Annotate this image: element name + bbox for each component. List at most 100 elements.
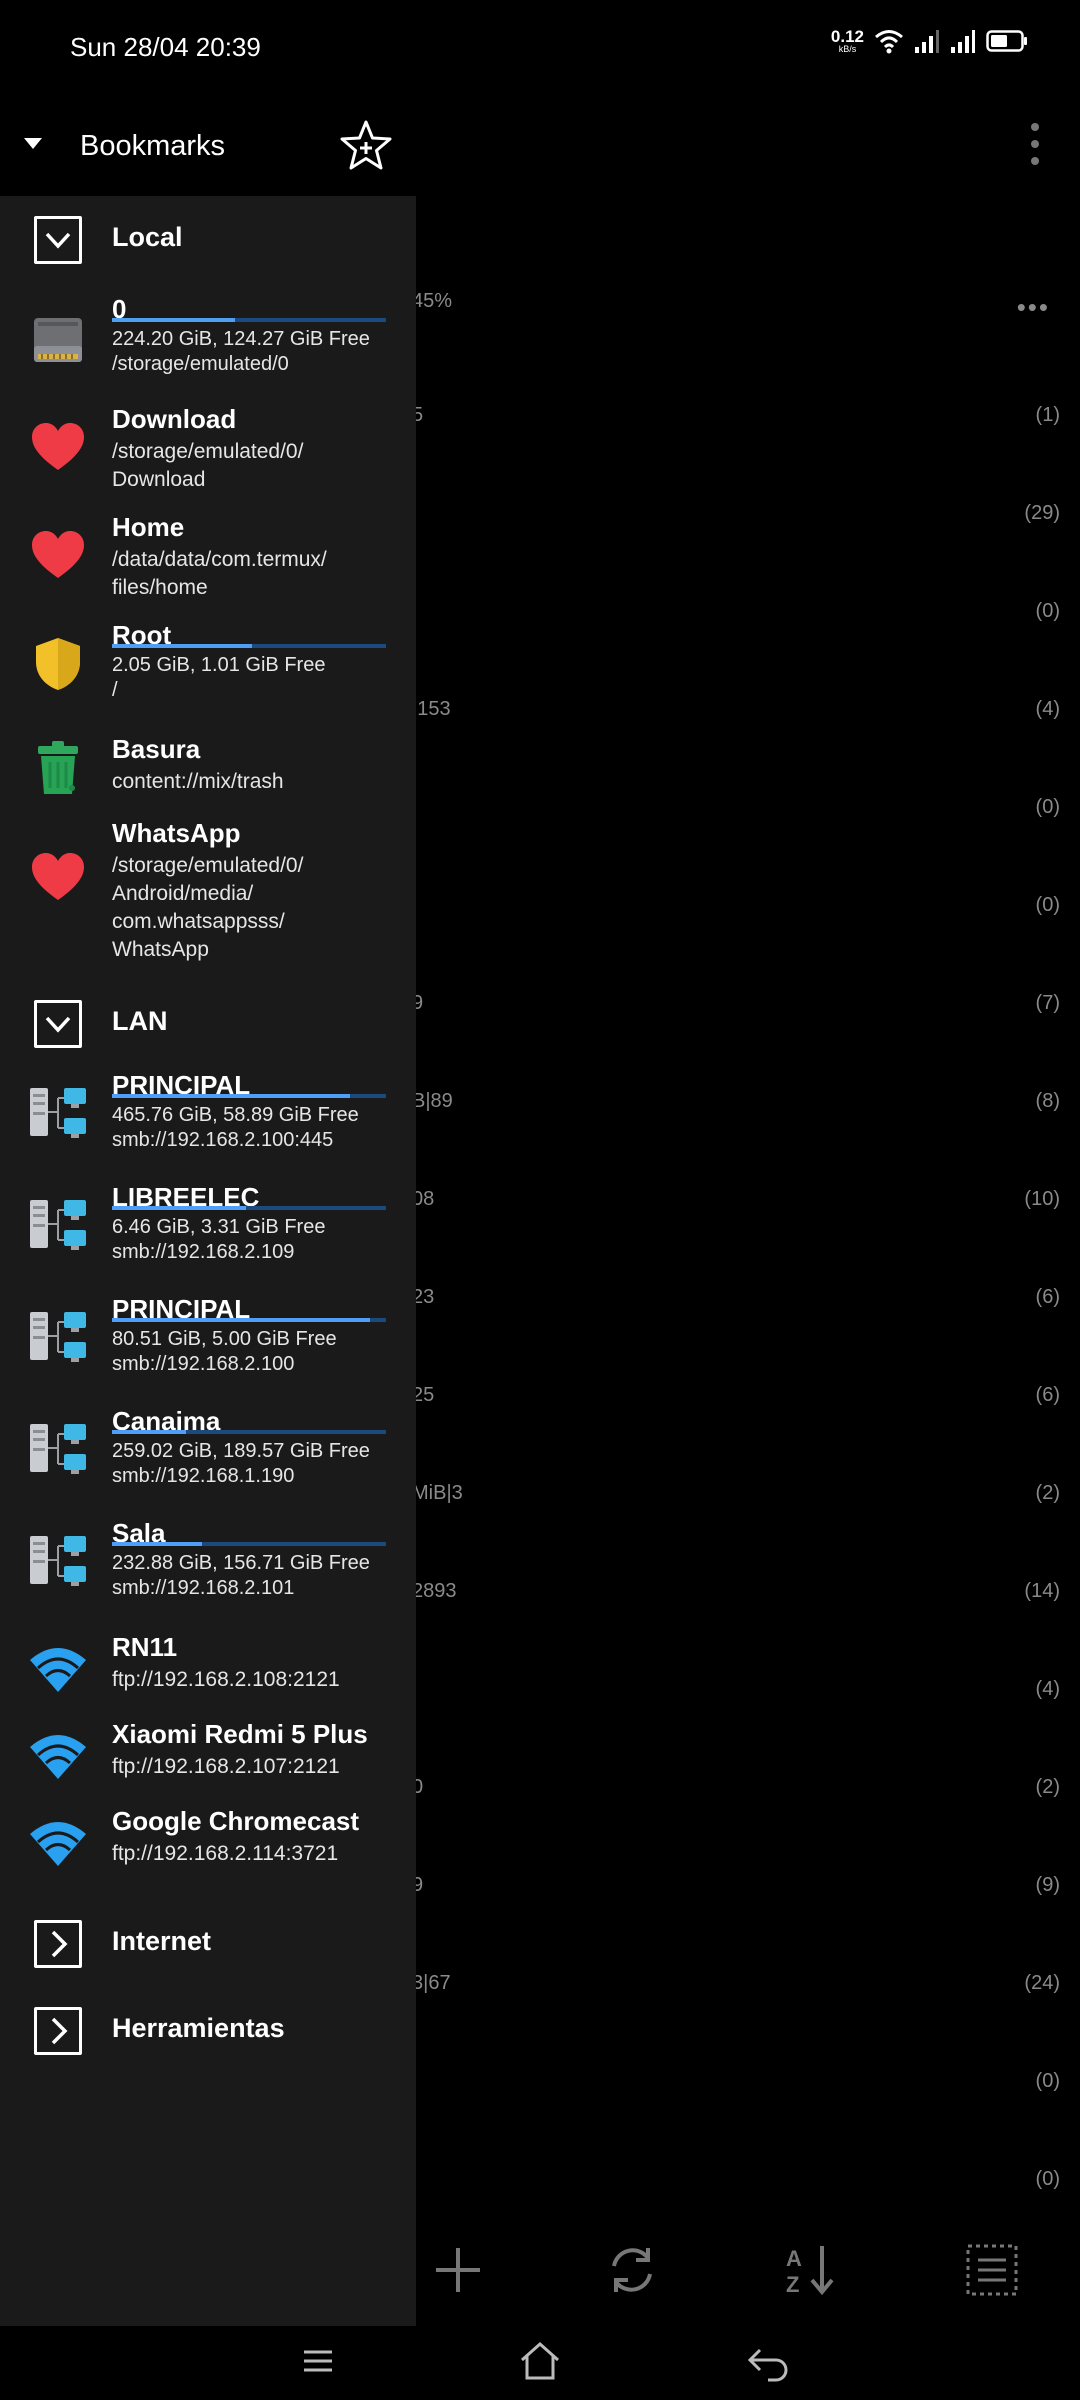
row-item-count: (2) — [1035, 1482, 1060, 1504]
row-item-count: (0) — [1035, 2168, 1060, 2190]
status-time: Sun 28/04 20:39 — [70, 32, 261, 62]
file-list-row[interactable]: (4) — [412, 1678, 1060, 1718]
chevron-right-icon[interactable] — [34, 2007, 82, 2055]
file-list-row[interactable]: 25 (6) — [412, 1384, 1060, 1424]
item-detail: /data/data/com.termux/ — [112, 548, 327, 571]
storage-usage-bar — [112, 1206, 386, 1210]
file-list-row[interactable]: (0) — [412, 894, 1060, 934]
chevron-down-icon[interactable] — [34, 216, 82, 264]
item-detail: ftp://192.168.2.114:3721 — [112, 1842, 339, 1865]
wifi-icon — [28, 1725, 88, 1785]
row-detail-fragment: 45% — [412, 290, 453, 312]
file-list-row[interactable]: (0) — [412, 2070, 1060, 2110]
file-list-row[interactable]: 5 (1) — [412, 404, 1060, 444]
item-title: Xiaomi Redmi 5 Plus — [112, 1719, 368, 1749]
file-list-row[interactable]: 9 (9) — [412, 1874, 1060, 1914]
home-icon[interactable] — [512, 2336, 568, 2386]
storage-usage-fill — [112, 1206, 247, 1210]
overflow-menu-icon[interactable] — [1020, 120, 1050, 170]
file-list-row[interactable]: (29) — [412, 502, 1060, 542]
row-item-count: (10) — [1024, 1188, 1060, 1210]
signal-1-icon — [915, 30, 939, 53]
row-item-count: (0) — [1035, 796, 1060, 818]
file-list-row[interactable]: |153 (4) — [412, 698, 1060, 738]
network-speed: 0.12 kB/s — [831, 28, 864, 54]
file-list-row[interactable]: (0) — [412, 2168, 1060, 2208]
item-detail: 2.05 GiB, 1.01 GiB Free — [112, 654, 326, 676]
item-title: WhatsApp — [112, 818, 241, 848]
item-detail: files/home — [112, 576, 208, 599]
row-item-count: (0) — [1035, 600, 1060, 622]
section-label: LAN — [112, 1006, 168, 1036]
heart-icon — [28, 848, 88, 908]
row-item-count: (7) — [1035, 992, 1060, 1014]
file-list-row[interactable]: 2893 (14) — [412, 1580, 1060, 1620]
file-list-row[interactable]: 3|67 (24) — [412, 1972, 1060, 2012]
bottom-toolbar: A Z — [416, 2240, 1080, 2310]
item-detail: smb://192.168.1.190 — [112, 1465, 295, 1487]
section-label: Local — [112, 222, 183, 252]
status-bar: Sun 28/04 20:39 0.12 kB/s — [0, 0, 1080, 96]
row-item-count: (0) — [1035, 2070, 1060, 2092]
drive-icon — [28, 308, 88, 368]
back-icon[interactable] — [740, 2336, 796, 2386]
row-item-count: (24) — [1024, 1972, 1060, 1994]
file-list-row[interactable]: MiB|3 (2) — [412, 1482, 1060, 1522]
chevron-down-icon[interactable] — [34, 1000, 82, 1048]
section-local[interactable]: Local — [0, 196, 416, 266]
item-detail: 259.02 GiB, 189.57 GiB Free — [112, 1440, 370, 1462]
item-detail: Android/media/ — [112, 882, 254, 905]
heart-icon — [28, 526, 88, 586]
section-herramientas[interactable]: Herramientas — [0, 1987, 416, 2057]
svg-text:A: A — [786, 2246, 802, 2271]
network-speed-value: 0.12 — [830, 27, 864, 46]
row-detail-fragment: B|89 — [412, 1090, 453, 1112]
section-lan[interactable]: LAN — [0, 980, 416, 1050]
file-list-row[interactable]: 23 (6) — [412, 1286, 1060, 1326]
wifi-icon — [28, 1638, 88, 1698]
row-item-count: (1) — [1035, 404, 1060, 426]
file-list-row[interactable]: (0) — [412, 796, 1060, 836]
row-detail-fragment: 3|67 — [412, 1972, 451, 1994]
network-icon — [28, 1306, 88, 1366]
storage-usage-bar — [112, 1094, 386, 1098]
file-list-row[interactable]: 9 (7) — [412, 992, 1060, 1032]
row-item-count: (2) — [1035, 1776, 1060, 1798]
add-bookmark-star-icon[interactable] — [338, 118, 394, 174]
item-title: RN11 — [112, 1632, 178, 1662]
section-internet[interactable]: Internet — [0, 1900, 416, 1970]
file-list-row[interactable]: 45% — [412, 290, 1060, 330]
item-detail: /storage/emulated/0 — [112, 353, 289, 375]
item-detail: content://mix/trash — [112, 770, 284, 793]
battery-icon — [986, 30, 1027, 52]
collapse-caret-icon[interactable] — [24, 138, 42, 149]
drawer-title[interactable]: Bookmarks — [80, 130, 225, 163]
svg-text:Z: Z — [786, 2272, 799, 2297]
item-title: Download — [112, 404, 237, 434]
item-detail: / — [112, 679, 118, 701]
sort-icon[interactable]: A Z — [782, 2240, 842, 2300]
bookmarks-drawer: Local 0 224.20 GiB, 124.27 GiB Free/storag… — [0, 196, 416, 2326]
storage-usage-fill — [112, 1094, 351, 1098]
network-icon — [28, 1418, 88, 1478]
row-item-count: (8) — [1035, 1090, 1060, 1112]
item-detail: 6.46 GiB, 3.31 GiB Free — [112, 1216, 326, 1238]
wifi-status-icon — [875, 30, 903, 54]
item-detail: 224.20 GiB, 124.27 GiB Free — [112, 328, 370, 350]
network-speed-unit: kB/s — [838, 44, 857, 54]
file-list-row[interactable]: 0 (2) — [412, 1776, 1060, 1816]
chevron-right-icon[interactable] — [34, 1920, 82, 1968]
item-detail: smb://192.168.2.109 — [112, 1241, 295, 1263]
storage-usage-bar — [112, 1318, 386, 1322]
refresh-icon[interactable] — [602, 2240, 662, 2300]
file-list-row[interactable]: (0) — [412, 600, 1060, 640]
recents-icon[interactable] — [290, 2336, 346, 2386]
file-list-row[interactable]: 08 (10) — [412, 1188, 1060, 1228]
row-item-count: (14) — [1024, 1580, 1060, 1602]
select-icon[interactable] — [962, 2240, 1022, 2300]
shield-icon — [28, 634, 88, 694]
row-item-count: (9) — [1035, 1874, 1060, 1896]
add-icon[interactable] — [428, 2240, 488, 2300]
file-list-row[interactable]: B|89 (8) — [412, 1090, 1060, 1130]
row-item-count: (6) — [1035, 1384, 1060, 1406]
